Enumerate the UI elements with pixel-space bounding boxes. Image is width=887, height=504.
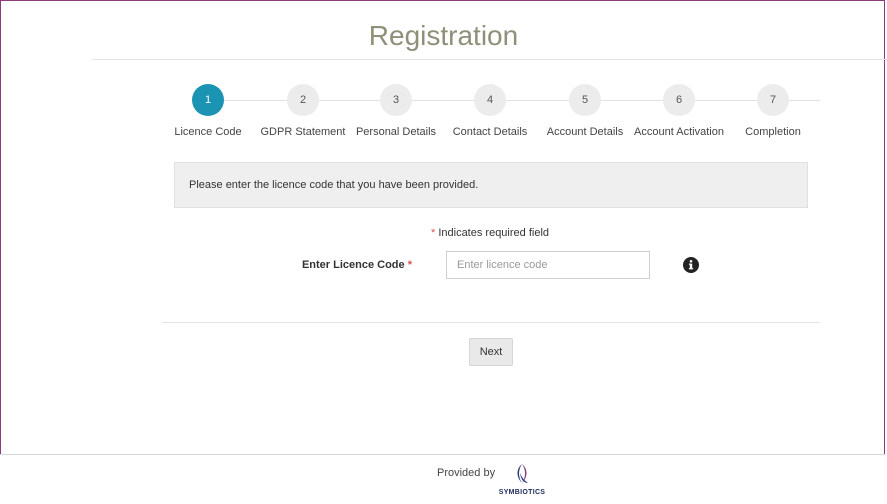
step-number: 5 (569, 84, 601, 116)
step-completion[interactable]: 7 Completion (713, 84, 833, 138)
step-number: 3 (380, 84, 412, 116)
required-star: * (407, 259, 412, 271)
step-number: 1 (192, 84, 224, 116)
next-button[interactable]: Next (469, 338, 513, 366)
licence-label-text: Enter Licence Code (301, 259, 405, 271)
step-number: 6 (663, 84, 695, 116)
progress-stepper: 1 Licence Code 2 GDPR Statement 3 Person… (0, 84, 887, 144)
provided-by-text: Provided by (437, 467, 496, 479)
symbiotics-logo-text: SYMBIOTICS (498, 489, 546, 496)
step-number: 7 (757, 84, 789, 116)
licence-code-label: Enter Licence Code * (250, 259, 412, 271)
title-divider (92, 59, 887, 60)
step-number: 2 (287, 84, 319, 116)
info-circle-icon[interactable] (683, 257, 699, 273)
required-note-text: Indicates required field (438, 227, 550, 239)
step-number: 4 (474, 84, 506, 116)
window-frame (0, 0, 885, 502)
form-divider (162, 322, 820, 323)
licence-code-input[interactable] (446, 251, 650, 279)
page-title: Registration (368, 20, 519, 51)
instruction-text: Please enter the licence code that you h… (189, 179, 479, 191)
required-field-note: * Indicates required field (0, 227, 887, 239)
required-star: * (430, 227, 436, 239)
footer: Provided by SYMBIOTICS (0, 454, 885, 502)
instruction-box: Please enter the licence code that you h… (174, 162, 808, 208)
step-label: Completion (745, 126, 801, 138)
